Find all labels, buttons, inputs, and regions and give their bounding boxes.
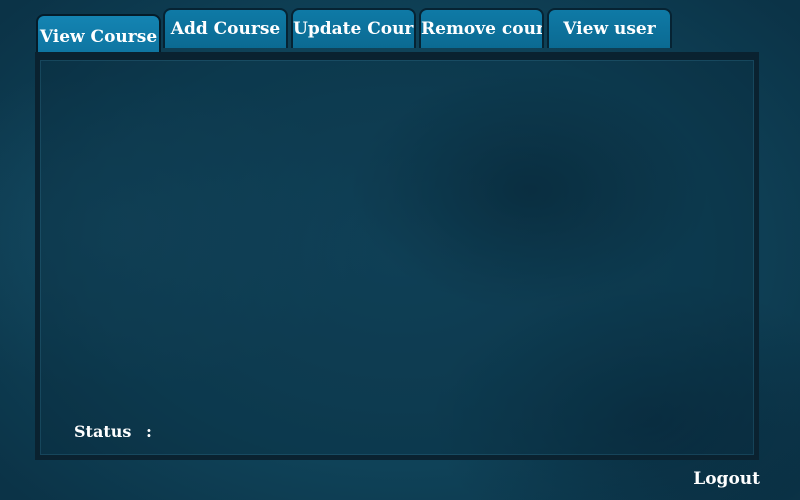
tab-remove-course[interactable]: Remove course	[419, 8, 544, 48]
tab-add-course[interactable]: Add Course	[163, 8, 288, 48]
content-panel	[35, 52, 759, 460]
tab-view-course[interactable]: View Course	[36, 14, 161, 56]
status-separator: :	[146, 422, 152, 441]
content-area	[40, 60, 754, 455]
tab-view-user[interactable]: View user	[547, 8, 672, 48]
logout-button[interactable]: Logout	[693, 467, 760, 491]
status-label: Status	[74, 422, 132, 441]
tab-update-course[interactable]: Update Course	[291, 8, 416, 48]
status-bar: Status:	[74, 420, 158, 444]
tab-bar: View Course Add Course Update Course Rem…	[0, 0, 800, 60]
